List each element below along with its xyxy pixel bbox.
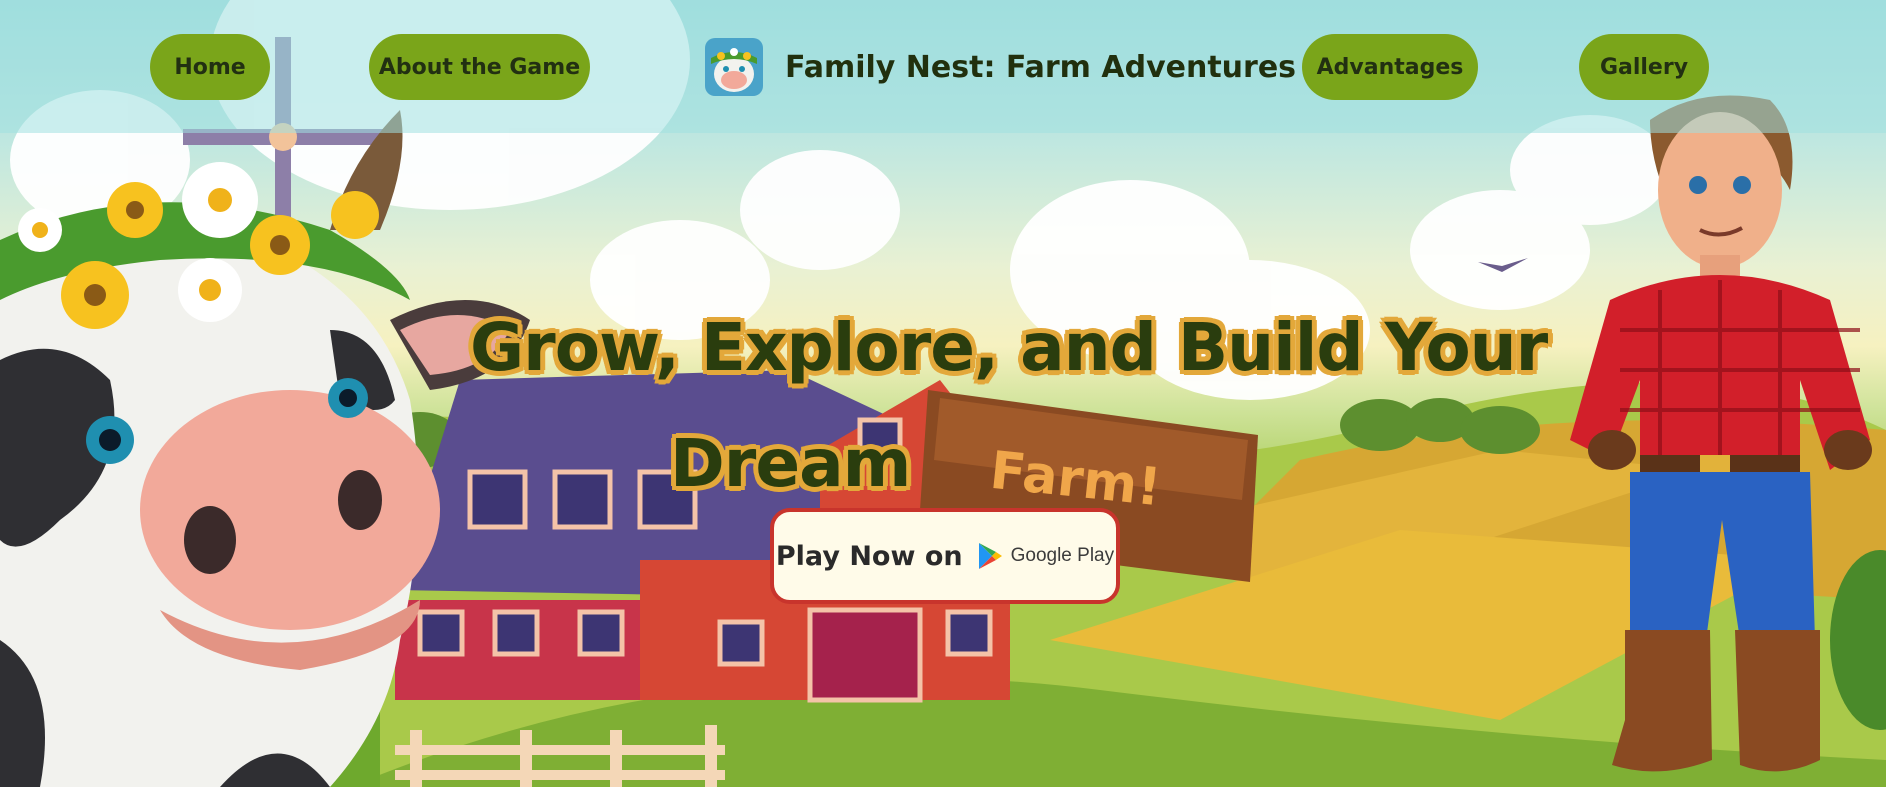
brand-title: Family Nest: Farm Adventures — [785, 49, 1297, 85]
cow-game-logo-icon — [705, 38, 763, 96]
play-now-label: Play Now on — [775, 540, 963, 572]
google-play-icon — [978, 543, 1002, 569]
nav-home-link[interactable]: Home — [150, 34, 270, 100]
google-play-label: Google Play — [1010, 545, 1115, 566]
hero-section: Farm! Home About the Game Family Nest: F… — [0, 0, 1886, 787]
google-play-badge: Google Play — [977, 542, 1115, 570]
nav-gallery-link[interactable]: Gallery — [1579, 34, 1709, 100]
hero-headline: Grow, Explore, and Build Your Dream — [470, 290, 1548, 522]
nav-advantages-link[interactable]: Advantages — [1302, 34, 1478, 100]
nav-about-link[interactable]: About the Game — [369, 34, 590, 100]
brand[interactable]: Family Nest: Farm Adventures — [705, 38, 1296, 96]
headline-line-1: Grow, Explore, and Build Your — [470, 309, 1548, 386]
headline-line-2: Dream — [670, 425, 911, 502]
play-now-button[interactable]: Play Now on Google Play — [770, 508, 1120, 604]
